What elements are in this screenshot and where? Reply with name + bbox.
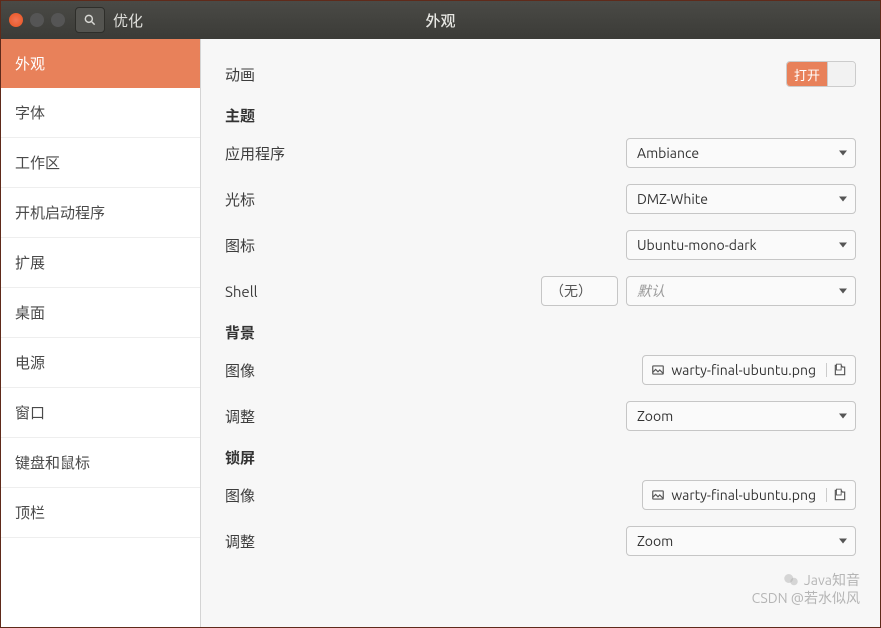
background-adjust-label: 调整 [225,406,425,427]
animation-toggle[interactable]: 打开 [786,61,856,87]
image-icon [651,488,665,502]
sidebar-item-label: 顶栏 [15,504,45,521]
theme-app-select[interactable]: Ambiance [626,138,856,168]
window-controls [9,13,65,27]
sidebar-item-label: 窗口 [15,404,45,421]
document-open-icon [833,488,847,502]
background-image-file[interactable]: warty-final-ubuntu.png [642,355,856,385]
theme-cursor-select[interactable]: DMZ-White [626,184,856,214]
lockscreen-adjust-label: 调整 [225,531,425,552]
sidebar-item-extensions[interactable]: 扩展 [1,238,200,288]
chevron-down-icon [839,414,847,419]
theme-shell-select[interactable]: 默认 [626,276,856,306]
close-icon[interactable] [9,13,23,27]
shell-none-text: （无） [550,281,592,301]
chevron-down-icon [839,539,847,544]
lockscreen-section-title: 锁屏 [225,447,856,468]
select-value: Zoom [637,408,673,424]
chevron-down-icon [839,289,847,294]
theme-cursor-label: 光标 [225,189,425,210]
select-value: Ubuntu-mono-dark [637,237,757,253]
select-value: DMZ-White [637,191,708,207]
sidebar: 外观 字体 工作区 开机启动程序 扩展 桌面 电源 窗口 键盘和鼠标 顶栏 [1,39,201,627]
sidebar-item-keyboard-mouse[interactable]: 键盘和鼠标 [1,438,200,488]
maximize-icon[interactable] [51,13,65,27]
chevron-down-icon [839,243,847,248]
sidebar-item-label: 开机启动程序 [15,204,105,221]
lockscreen-image-label: 图像 [225,485,425,506]
sidebar-item-workspaces[interactable]: 工作区 [1,138,200,188]
background-image-label: 图像 [225,360,425,381]
lockscreen-image-file[interactable]: warty-final-ubuntu.png [642,480,856,510]
sidebar-item-label: 字体 [15,104,45,121]
toggle-on-label: 打开 [787,62,827,86]
app-name: 优化 [113,10,143,31]
document-open-icon [833,363,847,377]
chevron-down-icon [839,151,847,156]
sidebar-item-label: 桌面 [15,304,45,321]
theme-icons-select[interactable]: Ubuntu-mono-dark [626,230,856,260]
sidebar-item-label: 扩展 [15,254,45,271]
chevron-down-icon [839,197,847,202]
file-name: warty-final-ubuntu.png [671,362,816,378]
animation-label: 动画 [225,64,425,85]
sidebar-item-label: 外观 [15,55,45,72]
sidebar-item-windows[interactable]: 窗口 [1,388,200,438]
sidebar-item-label: 工作区 [15,154,60,171]
theme-section-title: 主题 [225,105,856,126]
sidebar-item-power[interactable]: 电源 [1,338,200,388]
lockscreen-adjust-select[interactable]: Zoom [626,526,856,556]
sidebar-item-fonts[interactable]: 字体 [1,88,200,138]
watermark-line1: Java知音 [804,571,860,589]
sidebar-item-desktop[interactable]: 桌面 [1,288,200,338]
background-section-title: 背景 [225,322,856,343]
select-value: Zoom [637,533,673,549]
main-panel: 动画 打开 主题 应用程序 Ambiance 光标 DMZ [201,39,880,627]
watermark: Java知音 CSDN @若水似风 [752,571,860,607]
minimize-icon[interactable] [30,13,44,27]
sidebar-item-appearance[interactable]: 外观 [1,39,200,88]
sidebar-item-label: 键盘和鼠标 [15,454,90,471]
wechat-icon [782,571,800,589]
sidebar-item-label: 电源 [15,354,45,371]
background-adjust-select[interactable]: Zoom [626,401,856,431]
search-icon [83,13,97,27]
file-name: warty-final-ubuntu.png [671,487,816,503]
window-title: 外观 [425,10,455,31]
search-button[interactable] [75,7,105,33]
watermark-line2: CSDN @若水似风 [752,589,860,607]
select-value: Ambiance [637,145,699,161]
sidebar-item-topbar[interactable]: 顶栏 [1,488,200,538]
sidebar-item-startup[interactable]: 开机启动程序 [1,188,200,238]
theme-app-label: 应用程序 [225,143,425,164]
theme-shell-label: Shell [225,283,425,300]
shell-none-box[interactable]: （无） [541,276,618,306]
theme-icons-label: 图标 [225,235,425,256]
select-value: 默认 [637,281,665,301]
image-icon [651,363,665,377]
titlebar: 优化 外观 [1,1,880,39]
toggle-knob [827,62,855,86]
